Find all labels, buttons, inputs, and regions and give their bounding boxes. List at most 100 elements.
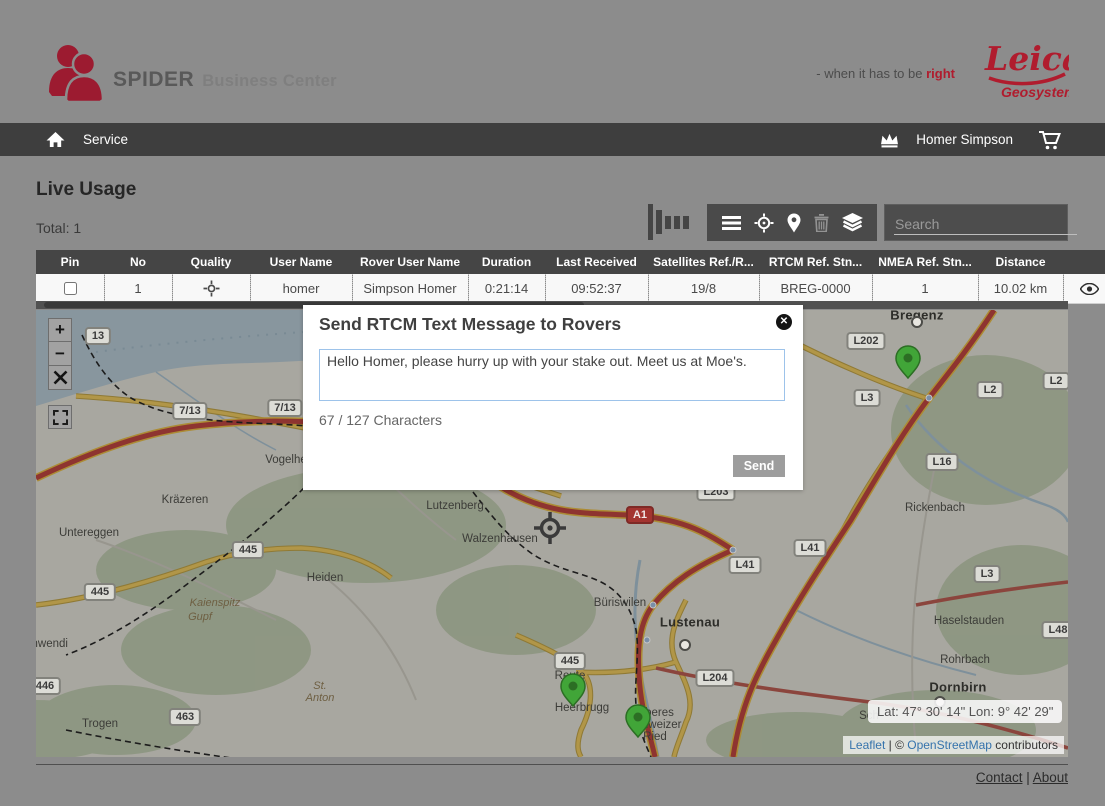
map-zoom-controls: + − <box>48 318 72 390</box>
location-pin-icon[interactable] <box>787 213 801 233</box>
cart-icon[interactable] <box>1037 129 1063 151</box>
nav-item-service[interactable]: Service <box>83 132 128 147</box>
footer-sep: | <box>1022 770 1032 785</box>
column-header-user_name[interactable]: User Name <box>250 250 352 274</box>
osm-link[interactable]: OpenStreetMap <box>907 738 992 752</box>
map-town-label: Trogen <box>82 718 118 730</box>
tagline-text: - when it has to be <box>816 66 922 81</box>
character-counter: 67 / 127 Characters <box>319 412 442 428</box>
map-town-label: Haselstauden <box>934 615 1004 627</box>
map-town-label: Vogelhe <box>265 454 307 466</box>
box-select-icon <box>53 410 68 425</box>
live-usage-chart-icon[interactable] <box>648 203 700 241</box>
road-shield: L41 <box>794 539 827 557</box>
town-marker-ring <box>911 316 923 328</box>
cell-no: 1 <box>104 274 172 304</box>
column-header-duration[interactable]: Duration <box>468 250 545 274</box>
geosystems-text: Geosystems <box>1001 84 1069 100</box>
table-row: 1homerSimpson Homer0:21:1409:52:3719/8BR… <box>36 274 1105 304</box>
brand-tagline: - when it has to be right <box>700 66 955 81</box>
eye-icon[interactable] <box>1080 283 1099 295</box>
road-shield: A1 <box>626 506 654 524</box>
leaflet-link[interactable]: Leaflet <box>849 738 885 752</box>
town-marker-ring <box>679 639 691 651</box>
column-header-pin[interactable]: Pin <box>36 250 104 274</box>
spider-logo-icon <box>44 40 108 104</box>
about-link[interactable]: About <box>1033 770 1068 785</box>
message-textarea[interactable]: Hello Homer, please hurry up with your s… <box>319 349 785 401</box>
cell-quality <box>172 274 250 304</box>
map-attribution: Leaflet | © OpenStreetMap contributors <box>843 736 1064 754</box>
attribution-sep: | © <box>885 738 907 752</box>
road-shield: 463 <box>169 708 201 726</box>
menu-icon[interactable] <box>722 216 741 230</box>
rover-pin-icon[interactable] <box>625 704 651 743</box>
road-shield: 445 <box>84 583 116 601</box>
contact-link[interactable]: Contact <box>976 770 1023 785</box>
road-shield: L3 <box>854 389 881 407</box>
center-target-icon[interactable] <box>754 213 774 233</box>
map-town-label: Lustenau <box>660 615 720 630</box>
app-title-business-center: Business Center <box>202 72 337 91</box>
live-usage-table: PinNoQualityUser NameRover User NameDura… <box>36 250 1105 304</box>
map-town-label: Kaienspitz <box>190 597 241 609</box>
map-town-label: Rickenbach <box>905 502 965 514</box>
send-button[interactable]: Send <box>733 455 785 477</box>
crown-icon <box>879 132 900 148</box>
home-icon[interactable] <box>46 131 65 148</box>
footer-links: Contact | About <box>976 770 1068 785</box>
column-header-satellites[interactable]: Satellites Ref./R... <box>648 250 759 274</box>
column-header-quality[interactable]: Quality <box>172 250 250 274</box>
road-shield: L2 <box>1043 372 1068 390</box>
road-shield: 445 <box>232 541 264 559</box>
map-town-label: schwendi <box>36 638 68 650</box>
column-header-rover_user_name[interactable]: Rover User Name <box>352 250 468 274</box>
cell-distance: 10.02 km <box>978 274 1063 304</box>
fit-extent-button[interactable] <box>48 366 72 390</box>
column-header-no[interactable]: No <box>104 250 172 274</box>
column-header-rtcm[interactable]: RTCM Ref. Stn... <box>759 250 872 274</box>
cell-last_received: 09:52:37 <box>545 274 648 304</box>
cell-satellites: 19/8 <box>648 274 759 304</box>
app-title: SPIDER Business Center <box>113 68 337 92</box>
tagline-accent: right <box>926 66 955 81</box>
modal-title: Send RTCM Text Message to Rovers <box>319 314 621 335</box>
layers-icon[interactable] <box>842 213 863 232</box>
attribution-rest: contributors <box>992 738 1058 752</box>
total-count: Total: 1 <box>36 220 81 236</box>
road-shield: 13 <box>85 327 111 345</box>
zoom-out-button[interactable]: − <box>48 342 72 366</box>
pin-checkbox[interactable] <box>64 282 77 295</box>
cell-actions <box>1063 274 1105 304</box>
road-shield: L41 <box>729 556 762 574</box>
leica-logo: Leica Geosystems <box>983 36 1069 102</box>
rover-pin-icon[interactable] <box>895 345 921 384</box>
road-shield: 446 <box>36 677 61 695</box>
close-icon[interactable]: ✕ <box>776 314 792 330</box>
zoom-in-button[interactable]: + <box>48 318 72 342</box>
column-header-distance[interactable]: Distance <box>978 250 1063 274</box>
column-header-actions[interactable] <box>1063 250 1105 274</box>
column-header-nmea[interactable]: NMEA Ref. Stn... <box>872 250 978 274</box>
road-shield: L16 <box>926 453 959 471</box>
search-input[interactable] <box>894 214 1077 235</box>
column-header-last_received[interactable]: Last Received <box>545 250 648 274</box>
road-shield: 445 <box>554 652 586 670</box>
search-box <box>884 204 1068 241</box>
page-title: Live Usage <box>36 179 136 201</box>
map-town-label: Dornbirn <box>929 680 986 695</box>
road-shield: 7/13 <box>267 399 302 417</box>
road-shield: L48 <box>1042 621 1068 639</box>
leica-logo-text: Leica <box>984 39 1069 78</box>
road-shield: L204 <box>695 669 734 687</box>
user-name[interactable]: Homer Simpson <box>916 132 1013 147</box>
map-toolbar <box>707 204 877 241</box>
trash-icon[interactable] <box>814 214 829 232</box>
map-town-label: Walzenhausen <box>462 533 538 545</box>
reference-station-crosshair-icon[interactable] <box>532 510 568 551</box>
lat-lon-tooltip: Lat: 47° 30' 14" Lon: 9° 42' 29" <box>868 700 1062 723</box>
cell-rover_user_name: Simpson Homer <box>352 274 468 304</box>
table-header-row: PinNoQualityUser NameRover User NameDura… <box>36 250 1105 274</box>
rover-pin-icon[interactable] <box>560 673 586 712</box>
box-select-button[interactable] <box>48 405 72 429</box>
